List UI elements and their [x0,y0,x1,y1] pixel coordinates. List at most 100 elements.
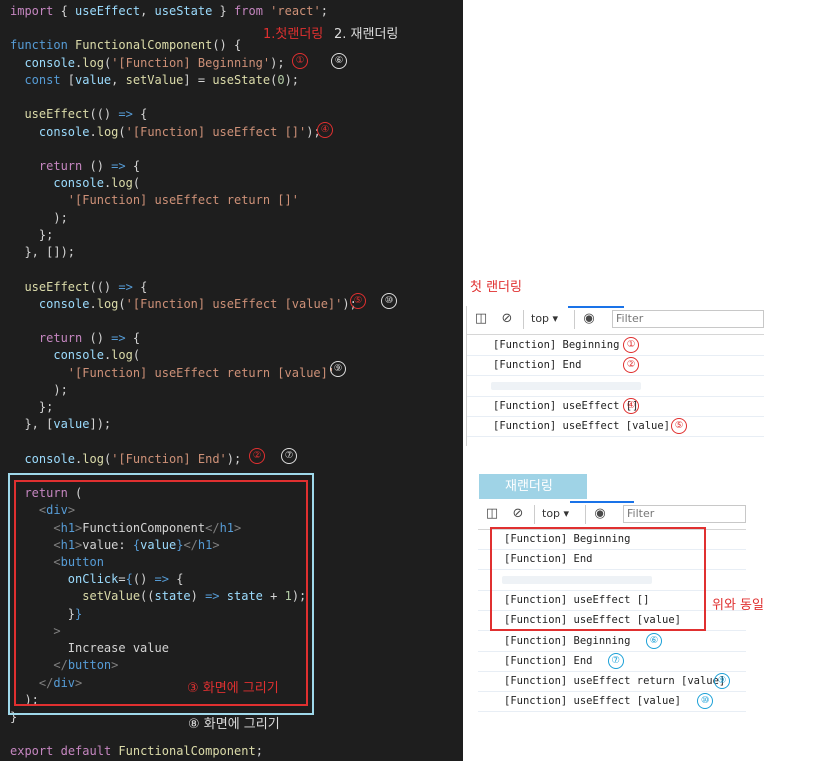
code-token: }; [10,227,54,242]
code-token: log [82,55,104,70]
marker-6: ⑥ [331,53,347,69]
code-line: }, [value]); [10,416,111,433]
code-token: (() [89,107,119,122]
marker-7: ⑦ [281,448,297,464]
console-log-row: [Function] useEffect [] ④ [467,396,764,417]
code-token: useEffect [24,107,90,122]
code-token: { [132,107,148,122]
code-token: (() [89,279,119,294]
clear-console-icon[interactable]: ⊘ [510,506,526,522]
same-as-above-box [490,527,706,631]
code-token: { [53,4,76,18]
context-selector[interactable]: top ▾ [542,507,569,520]
code-line: console.log('[Function] End'); [10,451,241,468]
console-step-marker: ⑦ [607,652,624,669]
first-render-label: 1.첫랜더링 [263,27,324,42]
code-line: ); [10,382,67,399]
code-line: console.log('[Function] Beginning'); [10,55,284,72]
console-step-marker: ⑩ [697,693,714,710]
console-panel-first: ◫ ⊘ top ▾ ◉ Filter [Function] Beginning ①… [466,306,764,446]
code-token: { [132,279,148,294]
filter-input[interactable]: Filter [612,310,764,328]
code-token: => [118,107,133,122]
code-token: => [111,331,126,346]
code-line: const [value, setValue] = useState(0); [10,72,299,89]
console-step-marker: ② [623,357,639,374]
code-token: FunctionalComponent [75,38,213,53]
marker-9: ⑨ [330,361,346,377]
code-token: ); [10,210,68,225]
code-token: const [24,72,61,87]
console-log-row: [Function] useEffect return [value] ⑨ [478,671,746,693]
code-token: console [38,296,90,311]
clear-console-icon[interactable]: ⊘ [499,311,515,327]
filter-input[interactable]: Filter [623,505,746,523]
console-log-text: [Function] useEffect [] [493,399,639,412]
code-token: ]); [89,417,112,432]
code-token: log [111,176,133,191]
first-render-draw-box [14,480,308,706]
code-token: ); [226,451,242,466]
console-step-marker: ⑤ [671,418,687,435]
code-token: ); [284,72,300,87]
code-token: useEffect [24,279,90,294]
code-token: export [10,744,54,759]
code-token: () [82,158,112,173]
code-token: ( [132,348,141,363]
marker-5: ⑤ [350,293,366,309]
code-token: } [212,4,235,18]
code-token: '[Function] End' [111,451,227,466]
marker-1: ① [292,53,308,69]
eye-icon[interactable]: ◉ [581,311,597,327]
code-token: log [82,451,104,466]
code-token: setValue [125,72,184,87]
code-token: import [10,4,54,18]
code-token: log [96,296,119,311]
code-token: 'react' [270,4,321,18]
code-token: { [125,331,141,346]
code-line: console.log('[Function] useEffect []'); [10,124,321,141]
code-line: '[Function] useEffect return [value]' [10,365,335,382]
code-token: . [89,124,97,139]
code-token: , [140,4,155,18]
rerender-label: 2. 재랜더링 [334,27,399,42]
code-token: '[Function] useEffect return [value]' [67,365,336,380]
code-token: ; [320,4,328,18]
code-line: '[Function] useEffect return []' [10,192,299,209]
code-token: [ [60,72,76,87]
code-token: . [89,296,97,311]
code-token: default [60,744,112,759]
code-line: return () => { [10,158,140,175]
code-token: () [82,331,112,346]
code-token: () { [212,38,242,53]
draw-screen-red-label: ③ 화면에 그리기 [187,681,279,696]
code-token: value [53,417,90,432]
console-toolbar: ◫ ⊘ top ▾ ◉ Filter [478,501,746,530]
code-token: '[Function] Beginning' [111,55,271,70]
code-token: }, []); [10,245,76,260]
code-token: console [53,176,104,191]
code-token: => [111,158,126,173]
code-token: log [96,124,119,139]
code-token: value [75,72,112,87]
code-token: console [38,124,90,139]
code-line: console.log('[Function] useEffect [value… [10,296,357,313]
context-selector[interactable]: top ▾ [531,312,558,325]
sidebar-toggle-icon[interactable]: ◫ [484,506,500,522]
marker-4: ④ [317,122,333,138]
console-toolbar: ◫ ⊘ top ▾ ◉ Filter [467,306,764,335]
eye-icon[interactable]: ◉ [592,506,608,522]
sidebar-toggle-icon[interactable]: ◫ [473,311,489,327]
draw-screen-blue-label: ⑧ 화면에 그리기 [188,717,280,732]
console-log-row: [Function] End ⑦ [478,651,746,672]
blurred-row [491,381,641,390]
console-log-row: [Function] useEffect [value] ⑤ [467,416,764,438]
console-log-text: [Function] useEffect [value] [493,420,671,433]
code-token: '[Function] useEffect [value]' [125,296,343,311]
